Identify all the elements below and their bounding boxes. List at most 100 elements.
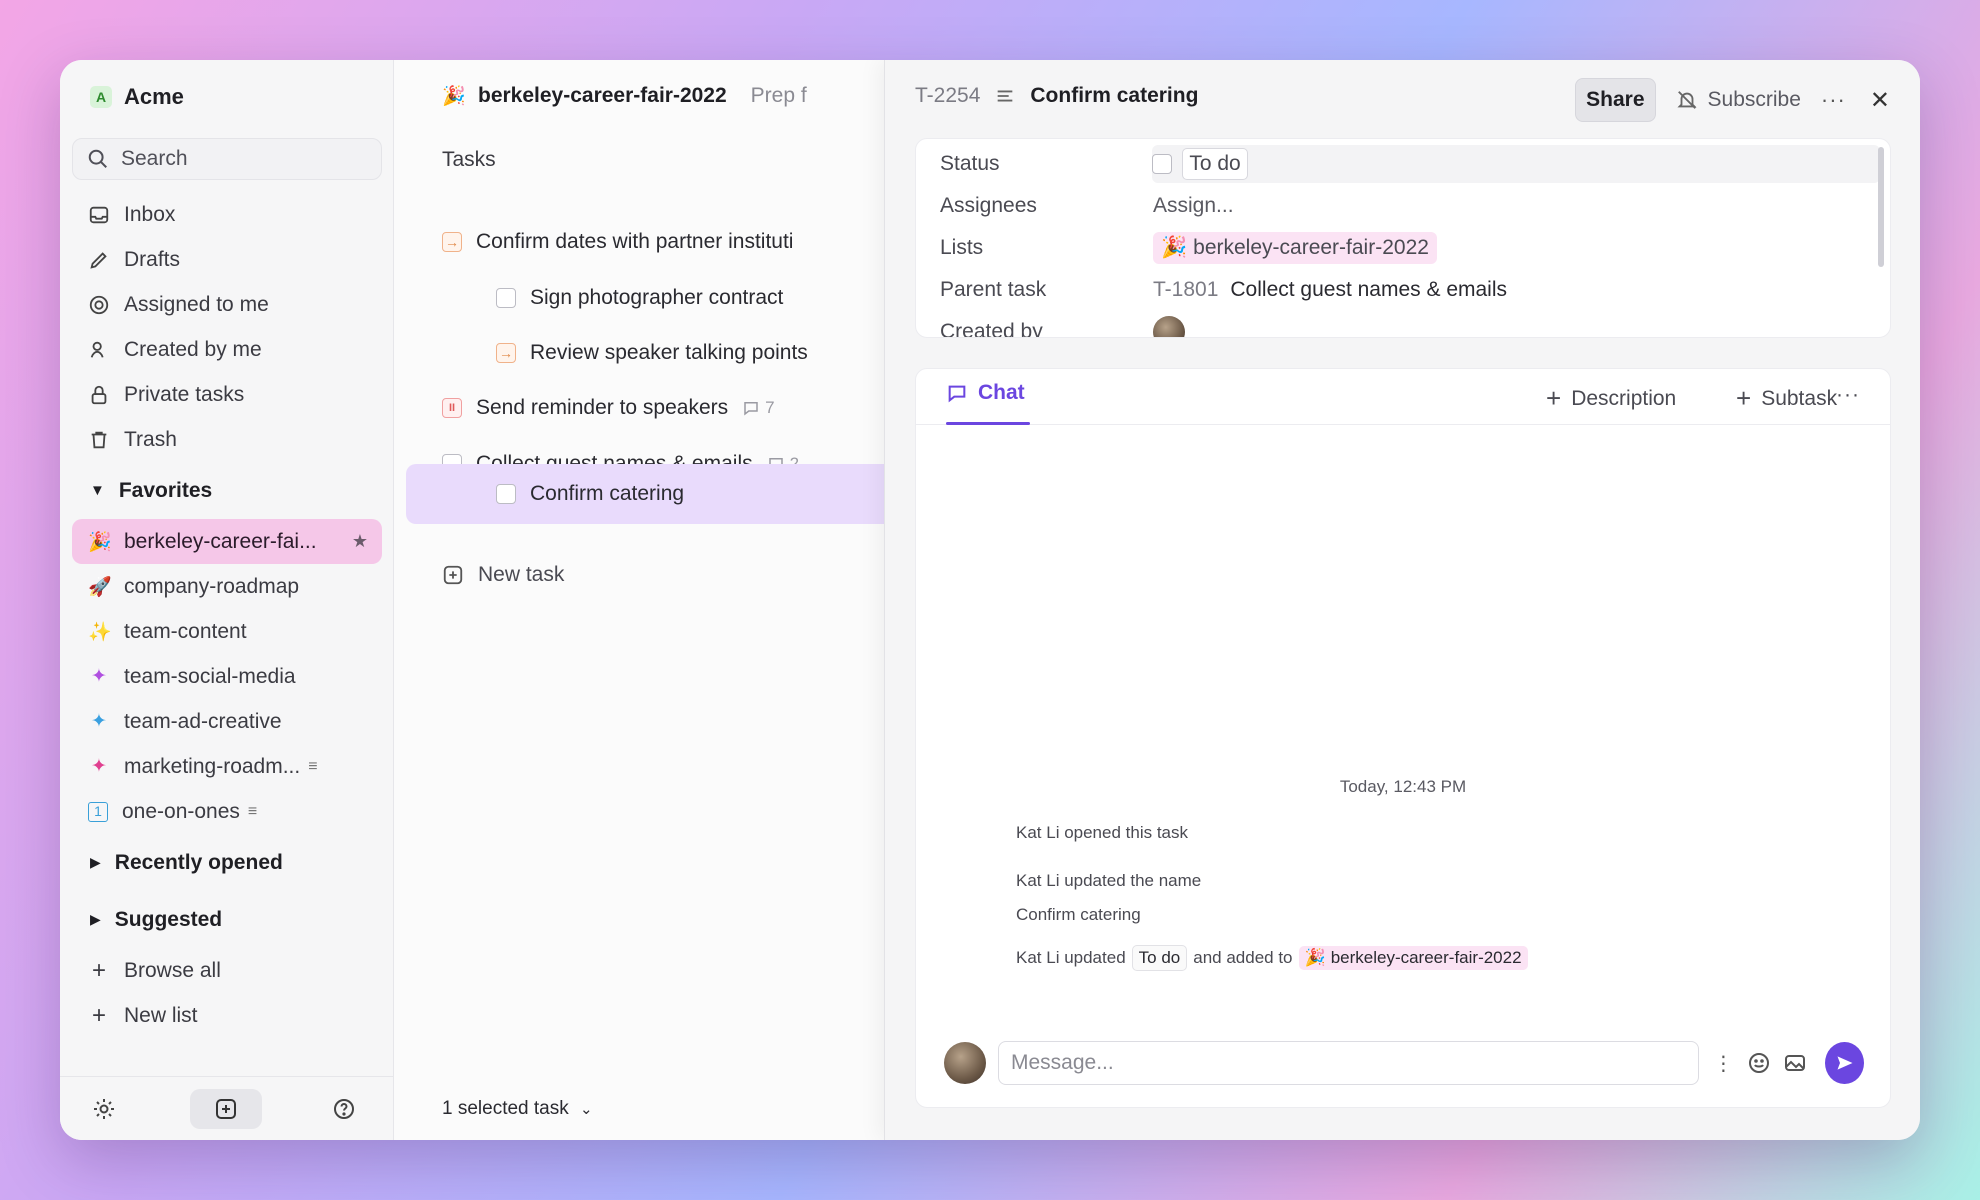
send-button[interactable] [1825,1042,1864,1084]
parent-task-row: Parent task T-1801 Collect guest names &… [940,269,1880,311]
favorite-team-content[interactable]: ✨ team-content [72,609,382,654]
sidebar-footer [60,1076,393,1140]
gear-icon [94,1099,114,1119]
favorite-label: team-content [124,619,247,643]
tab-chat[interactable]: Chat [946,381,1025,405]
plus-icon: + [1546,383,1562,413]
party-popper-icon: 🎉 [442,86,466,107]
filter-icon: ≡ [308,757,318,775]
status-chip: To do [1131,945,1188,971]
recently-opened-toggle[interactable]: ▶ Recently opened [72,834,382,891]
favorite-team-social-media[interactable]: ✦ team-social-media [72,654,382,699]
bell-off-icon [1676,91,1697,109]
task-row[interactable]: → Confirm dates with partner instituti [442,214,912,269]
party-popper-icon: 🎉 [88,531,112,553]
emoji-icon[interactable] [1747,1050,1771,1076]
kebab-menu-icon[interactable]: ⋮ [1711,1050,1735,1076]
paused-status-icon[interactable]: II [442,397,462,418]
star-icon[interactable]: ★ [352,531,368,552]
favorite-label: one-on-ones [122,799,240,823]
lists-label: Lists [940,236,984,259]
sidebar-item-private[interactable]: Private tasks [72,372,382,417]
help-button[interactable] [324,1089,364,1129]
new-task-button[interactable]: New task [442,547,912,602]
suggested-toggle[interactable]: ▶ Suggested [72,891,382,948]
chat-timestamp: Today, 12:43 PM [1339,777,1467,796]
close-icon[interactable]: ✕ [1870,86,1890,115]
target-icon [89,295,109,314]
status-field[interactable]: To do [1152,145,1880,183]
list-chip[interactable]: 🎉 berkeley-career-fair-2022 [1298,946,1528,970]
favorite-marketing-roadmap[interactable]: ✦ marketing-roadm... ≡ [72,744,382,789]
send-icon [1837,1056,1853,1070]
next-status-icon[interactable]: → [442,231,462,252]
sidebar-item-trash[interactable]: Trash [72,417,382,462]
message-input[interactable]: Message... [998,1041,1700,1085]
event-opened: Kat Li opened this task [1016,823,1189,842]
scrollbar[interactable] [1878,147,1884,267]
subscribe-button[interactable]: Subscribe [1670,88,1807,112]
browse-all-label: Browse all [124,958,221,982]
status-row: Status To do [940,143,1880,185]
search-placeholder: Search [121,147,188,170]
favorite-label: team-ad-creative [124,709,282,733]
new-item-button[interactable] [190,1089,262,1129]
search-input[interactable]: Search [72,138,382,180]
favorite-berkeley-career-fair[interactable]: 🎉 berkeley-career-fai... ★ [72,519,382,564]
lock-icon [91,385,107,404]
caret-down-icon: ▼ [90,482,105,499]
chat-more-icon[interactable]: ··· [1836,383,1860,407]
task-row-selected[interactable]: Confirm catering [406,464,884,524]
task-title[interactable]: Confirm catering [1030,84,1198,108]
favorite-company-roadmap[interactable]: 🚀 company-roadmap [72,564,382,609]
selection-summary[interactable]: 1 selected task ⌄ [442,1098,593,1120]
settings-button[interactable] [84,1089,124,1129]
task-checkbox[interactable] [496,287,516,308]
active-tab-indicator [946,422,1030,425]
status-value: To do [1182,148,1248,180]
parent-task-link[interactable]: T-1801 Collect guest names & emails [1153,278,1507,302]
sidebar-item-drafts[interactable]: Drafts [72,237,382,282]
sparkle-icon: ✦ [91,711,107,732]
add-subtask-button[interactable]: + Subtask [1736,383,1837,414]
browse-all-button[interactable]: + Browse all [72,948,382,993]
assign-field[interactable]: Assign... [1153,194,1234,218]
workspace-badge: A [90,86,112,108]
next-status-icon[interactable]: → [496,342,516,363]
task-checkbox[interactable] [496,484,516,504]
party-popper-icon: 🎉 [1304,948,1326,967]
sidebar-item-assigned[interactable]: Assigned to me [72,282,382,327]
user-icon [90,341,104,358]
share-button[interactable]: Share [1575,78,1656,122]
sidebar-item-inbox[interactable]: Inbox [72,192,382,237]
rocket-icon: 🚀 [88,576,112,598]
sidebar-nav: Inbox Drafts Assigned to me Created by m… [72,192,382,1038]
task-list-pane: 🎉 berkeley-career-fair-2022 Prep f Tasks… [394,60,884,1140]
chevron-down-icon: ⌄ [580,1101,593,1118]
pencil-icon [90,251,107,269]
trash-icon [91,431,107,448]
status-checkbox[interactable] [1152,154,1173,174]
more-icon[interactable]: ··· [1821,87,1846,113]
sidebar-item-created[interactable]: Created by me [72,327,382,372]
favorites-section-toggle[interactable]: ▼ Favorites [72,462,382,519]
message-composer: Message... ⋮ [944,1039,1864,1087]
add-description-button[interactable]: + Description [1546,383,1676,414]
sparkle-icon: ✦ [91,666,107,687]
workspace-switcher[interactable]: A Acme [90,84,184,110]
new-list-label: New list [124,1003,198,1027]
filter-icon: ≡ [247,802,258,820]
favorite-one-on-ones[interactable]: 1 one-on-ones ≡ [72,789,382,834]
list-chip[interactable]: 🎉 berkeley-career-fair-2022 [1153,232,1437,264]
task-header: T-2254 Confirm catering [915,84,1198,108]
task-row[interactable]: II Send reminder to speakers 7 [442,380,912,435]
favorites-label: Favorites [118,478,213,502]
image-icon[interactable] [1783,1050,1807,1076]
suggested-label: Suggested [114,907,223,931]
created-by-row: Created by [940,311,1880,337]
favorite-team-ad-creative[interactable]: ✦ team-ad-creative [72,699,382,744]
task-label: Confirm dates with partner instituti [476,229,794,253]
event-new-name: Confirm catering [1016,905,1141,924]
status-label: Status [940,152,1000,175]
new-list-button[interactable]: + New list [72,993,382,1038]
